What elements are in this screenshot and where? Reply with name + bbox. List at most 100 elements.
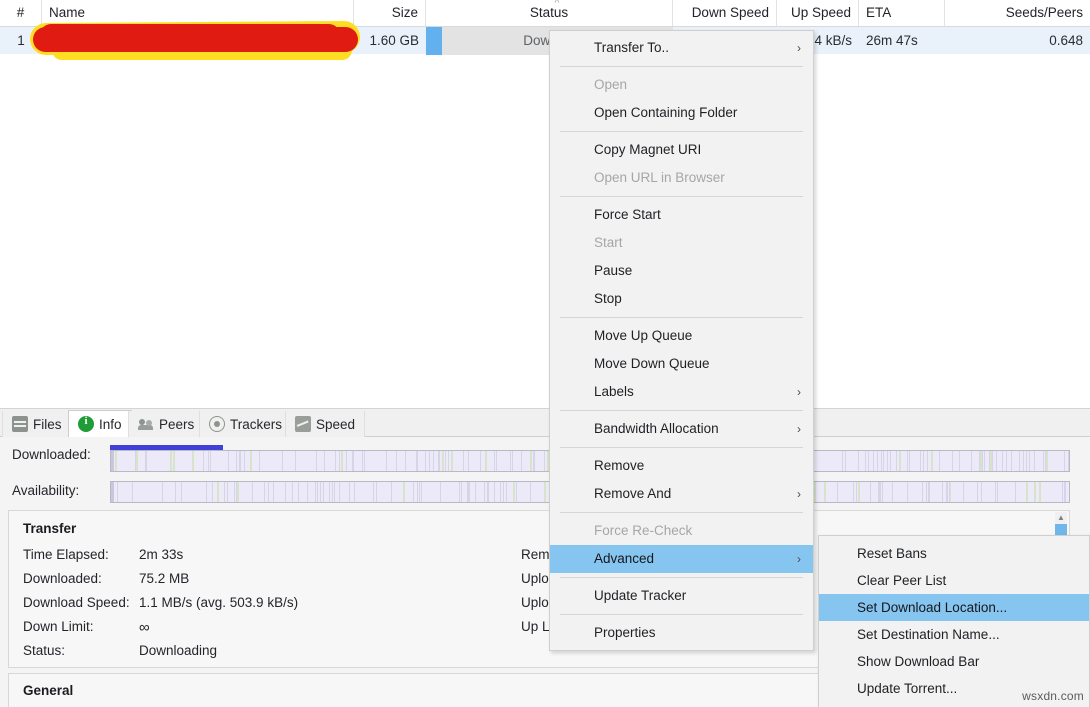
piece-tick xyxy=(992,451,993,471)
piece-tick xyxy=(521,451,522,471)
advanced-submenu[interactable]: Reset Bans Clear Peer List Set Download Lo… xyxy=(818,535,1090,707)
submenu-item-set-download-location[interactable]: Set Download Location... xyxy=(819,594,1089,621)
piece-tick xyxy=(349,482,350,502)
piece-tick xyxy=(488,482,489,502)
piece-tick xyxy=(1019,451,1020,471)
tab-speed[interactable]: Speed xyxy=(285,411,365,437)
menu-separator xyxy=(560,317,803,318)
piece-tick xyxy=(920,451,921,471)
menu-item-transfer-to[interactable]: Transfer To..› xyxy=(550,34,813,62)
menu-item-label: Transfer To.. xyxy=(594,40,669,55)
piece-tick xyxy=(952,451,953,471)
piece-tick xyxy=(461,482,462,502)
menu-item-label: Open Containing Folder xyxy=(594,105,737,120)
piece-tick xyxy=(837,482,838,502)
column-header-size[interactable]: Size xyxy=(354,0,426,26)
submenu-item-reset-bans[interactable]: Reset Bans xyxy=(819,540,1089,567)
piece-tick xyxy=(980,451,982,471)
piece-tick xyxy=(354,482,355,502)
piece-tick xyxy=(512,451,513,471)
scroll-up-icon[interactable]: ▲ xyxy=(1055,512,1067,524)
piece-tick xyxy=(298,482,299,502)
menu-item-properties[interactable]: Properties xyxy=(550,619,813,647)
submenu-item-clear-peer-list[interactable]: Clear Peer List xyxy=(819,567,1089,594)
piece-tick xyxy=(1064,451,1065,471)
menu-item-move-down-queue[interactable]: Move Down Queue xyxy=(550,350,813,378)
piece-tick xyxy=(931,451,933,471)
piece-tick xyxy=(947,482,948,502)
menu-separator xyxy=(560,66,803,67)
piece-tick xyxy=(997,482,998,502)
tab-files-label: Files xyxy=(33,417,62,432)
piece-tick xyxy=(971,451,972,471)
chevron-right-icon: › xyxy=(797,480,801,508)
menu-item-open-containing-folder[interactable]: Open Containing Folder xyxy=(550,99,813,127)
piece-tick xyxy=(500,482,501,502)
piece-tick xyxy=(1039,482,1041,502)
piece-tick xyxy=(346,451,347,471)
menu-item-copy-magnet-uri[interactable]: Copy Magnet URI xyxy=(550,136,813,164)
menu-item-stop[interactable]: Stop xyxy=(550,285,813,313)
tab-files[interactable]: Files xyxy=(2,411,72,437)
context-menu[interactable]: Transfer To..›OpenOpen Containing Folder… xyxy=(549,30,814,651)
piece-tick xyxy=(1043,451,1044,471)
transfer-key-status: Status: xyxy=(23,643,65,658)
column-header-up-speed[interactable]: Up Speed xyxy=(777,0,859,26)
tab-info[interactable]: Info xyxy=(68,410,132,437)
submenu-item-set-destination-name[interactable]: Set Destination Name... xyxy=(819,621,1089,648)
menu-item-label: Remove xyxy=(594,458,644,473)
piece-tick xyxy=(132,482,133,502)
menu-item-label: Open xyxy=(594,77,627,92)
piece-tick xyxy=(899,451,901,471)
column-header-num[interactable]: # xyxy=(0,0,42,26)
transfer-key-downloaded: Downloaded: xyxy=(23,571,102,586)
piece-tick xyxy=(468,451,469,471)
watermark-text: wsxdn.com xyxy=(1022,689,1084,703)
piece-tick xyxy=(111,451,114,471)
column-header-eta[interactable]: ETA xyxy=(859,0,945,26)
tab-peers[interactable]: Peers xyxy=(128,411,204,437)
menu-item-force-start[interactable]: Force Start xyxy=(550,201,813,229)
menu-item-pause[interactable]: Pause xyxy=(550,257,813,285)
piece-tick xyxy=(212,482,213,502)
chevron-right-icon: › xyxy=(797,415,801,443)
piece-tick xyxy=(295,451,296,471)
piece-tick xyxy=(317,482,318,502)
piece-tick xyxy=(959,451,960,471)
piece-tick xyxy=(870,482,871,502)
piece-tick xyxy=(963,482,964,502)
submenu-item-label: Set Download Location... xyxy=(857,600,1007,615)
piece-tick xyxy=(237,482,239,502)
piece-tick xyxy=(928,482,929,502)
piece-tick xyxy=(858,482,860,502)
piece-tick xyxy=(544,482,546,502)
column-header-seeds-peers[interactable]: Seeds/Peers xyxy=(945,0,1090,26)
piece-tick xyxy=(111,482,114,502)
menu-item-labels[interactable]: Labels› xyxy=(550,378,813,406)
tab-trackers[interactable]: Trackers xyxy=(199,411,292,437)
piece-tick xyxy=(475,482,476,502)
submenu-item-label: Show Download Bar xyxy=(857,654,979,669)
info-icon xyxy=(78,416,94,432)
menu-item-remove-and[interactable]: Remove And› xyxy=(550,480,813,508)
piece-tick xyxy=(448,451,449,471)
column-header-down-speed[interactable]: Down Speed xyxy=(673,0,777,26)
piece-tick xyxy=(996,451,997,471)
piece-tick xyxy=(1015,482,1016,502)
piece-tick xyxy=(135,451,136,471)
menu-item-move-up-queue[interactable]: Move Up Queue xyxy=(550,322,813,350)
piece-tick xyxy=(405,451,406,471)
submenu-item-label: Clear Peer List xyxy=(857,573,946,588)
transfer-key-down-limit: Down Limit: xyxy=(23,619,94,634)
piece-tick xyxy=(362,451,363,471)
menu-item-open-url-in-browser: Open URL in Browser xyxy=(550,164,813,192)
transfer-section-title: Transfer xyxy=(23,521,76,536)
menu-item-advanced[interactable]: Advanced› xyxy=(550,545,813,573)
menu-item-bandwidth-allocation[interactable]: Bandwidth Allocation › xyxy=(550,415,813,443)
menu-item-label: Bandwidth Allocation xyxy=(594,421,719,436)
submenu-item-show-download-bar[interactable]: Show Download Bar xyxy=(819,648,1089,675)
piece-tick xyxy=(922,482,923,502)
menu-item-update-tracker[interactable]: Update Tracker xyxy=(550,582,813,610)
menu-item-remove[interactable]: Remove xyxy=(550,452,813,480)
piece-tick xyxy=(240,451,241,471)
